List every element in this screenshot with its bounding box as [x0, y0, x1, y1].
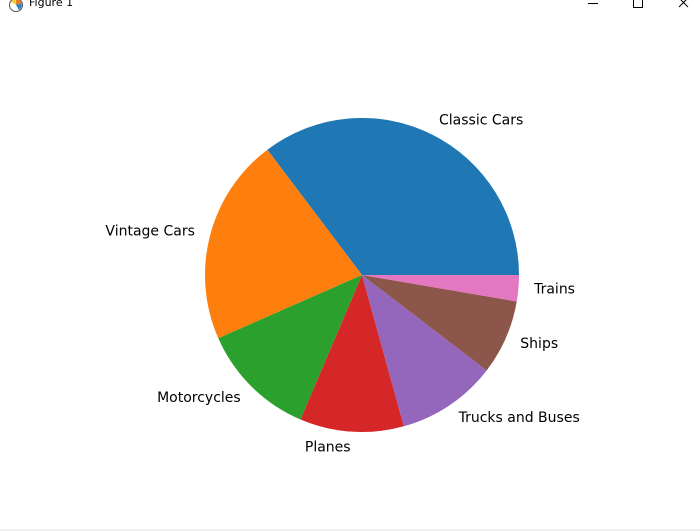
close-button[interactable] — [660, 0, 700, 12]
pie-label-vintage-cars: Vintage Cars — [105, 224, 194, 240]
figure-canvas: Classic Cars Vintage Cars Motorcycles Plane… — [0, 12, 700, 529]
pie-label-motorcycles: Motorcycles — [157, 390, 241, 406]
title-bar[interactable]: Figure 1 — [0, 0, 700, 12]
figure-window: Figure 1 Classic Cars Vintage Cars Motorcy… — [0, 0, 700, 531]
pie-label-trucks-and-buses: Trucks and Buses — [458, 410, 580, 426]
maximize-icon — [633, 0, 643, 8]
window-title: Figure 1 — [29, 0, 74, 9]
minimize-icon — [588, 3, 598, 4]
pie-label-classic-cars: Classic Cars — [439, 112, 523, 128]
pie-label-trains: Trains — [533, 282, 575, 298]
close-icon — [678, 0, 689, 8]
maximize-button[interactable] — [615, 0, 661, 12]
pie-label-ships: Ships — [520, 336, 558, 352]
pie-label-planes: Planes — [305, 439, 351, 455]
minimize-button[interactable] — [570, 0, 616, 12]
matplotlib-figure-icon — [8, 0, 24, 12]
pie-chart: Classic Cars Vintage Cars Motorcycles Plane… — [105, 112, 580, 455]
pie-slices — [205, 118, 519, 432]
